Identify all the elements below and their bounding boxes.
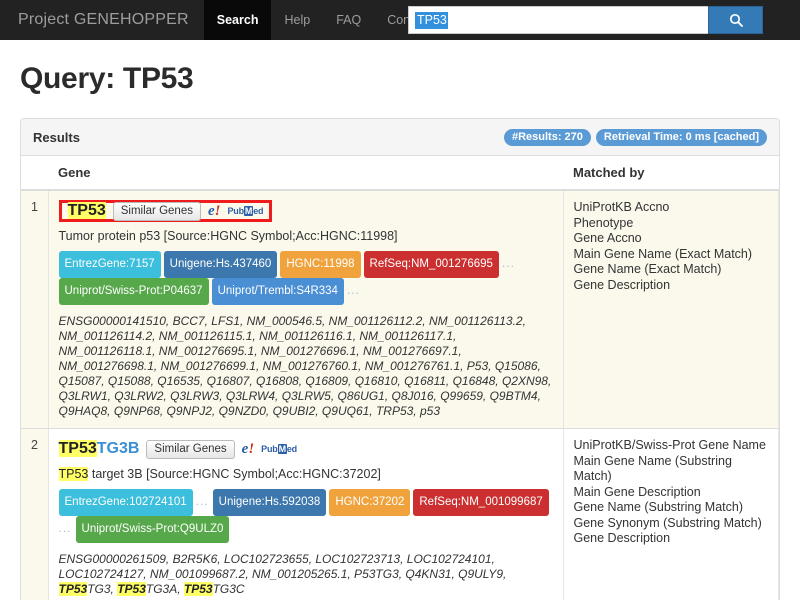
similar-genes-button[interactable]: Similar Genes [112, 201, 201, 221]
gene-name-match: TP53 [67, 202, 106, 219]
database-tag[interactable]: Uniprot/Swiss-Prot:Q9ULZ0 [75, 516, 230, 543]
pubmed-icon[interactable]: PubMed [261, 444, 297, 454]
table-row: 2 TP53TG3B Similar Genes e! PubMed TP53 targe… [21, 428, 779, 600]
gene-name-link[interactable]: TP53TG3B [58, 440, 140, 458]
search-form: TP53 [408, 6, 763, 34]
gene-description: Tumor protein p53 [Source:HGNC Symbol;Ac… [58, 229, 398, 243]
gene-synonyms: ENSG00000261509, B2R5K6, LOC102723655, L… [58, 552, 507, 596]
ensembl-icon[interactable]: e! [208, 204, 221, 219]
database-tag[interactable]: HGNC:11998 [280, 251, 361, 278]
results-panel-header: Results #Results: 270 Retrieval Time: 0 … [21, 119, 779, 156]
column-header-gene: Gene [48, 156, 563, 191]
tag-ellipsis[interactable]: ... [502, 256, 515, 270]
row-number: 2 [21, 428, 49, 600]
tag-ellipsis[interactable]: ... [347, 283, 360, 297]
database-tags: EntrezGene:7157 Unigene:Hs.437460 HGNC:119… [58, 251, 553, 305]
matched-by-item: Gene Name (Substring Match) [573, 500, 744, 514]
table-row: 1 TP53 Similar Genes e! PubMed Tumor protein … [21, 190, 779, 429]
matched-by-item: Gene Description [573, 277, 671, 292]
database-tag[interactable]: Uniprot/Trembl:S4R334 [211, 278, 344, 305]
tag-ellipsis[interactable]: ... [196, 494, 209, 508]
database-tag[interactable]: RefSeq:NM_001099687 [413, 489, 549, 516]
pubmed-icon[interactable]: PubMed [227, 206, 264, 216]
gene-synonyms: ENSG00000141510, BCC7, LFS1, NM_000546.5… [58, 314, 552, 418]
matched-by-item: Gene Accno [573, 231, 642, 245]
matched-by-item: UniProtKB/Swiss-Prot Gene Name [573, 438, 766, 452]
nav-item-help[interactable]: Help [271, 0, 323, 40]
database-tag[interactable]: Uniprot/Swiss-Prot:P04637 [58, 278, 209, 305]
search-input-value: TP53 [415, 11, 448, 29]
search-icon [729, 13, 743, 27]
gene-name-match: TP53 [58, 440, 97, 457]
gene-name-rest: TG3B [96, 440, 140, 457]
nav-item-faq[interactable]: FAQ [323, 0, 374, 40]
gene-cell: TP53TG3B Similar Genes e! PubMed TP53 target… [48, 428, 564, 600]
page-title: Query: TP53 [20, 62, 194, 95]
results-panel: Results #Results: 270 Retrieval Time: 0 … [20, 118, 780, 600]
database-tag[interactable]: Unigene:Hs.592038 [212, 489, 327, 516]
database-tags: EntrezGene:102724101... Unigene:Hs.592038… [58, 489, 553, 543]
matched-by-item: UniProtKB Accno [573, 200, 670, 214]
search-submit-button[interactable] [708, 6, 763, 34]
database-tag[interactable]: Unigene:Hs.437460 [163, 251, 278, 278]
ensembl-icon[interactable]: e! [242, 442, 255, 457]
results-table-head: Gene Matched by [21, 156, 779, 191]
brand-logo[interactable]: Project GENEHOPPER [0, 11, 204, 29]
column-header-number [21, 156, 48, 191]
database-tag[interactable]: RefSeq:NM_001276695 [363, 251, 499, 278]
matched-by-item: Gene Description [573, 531, 671, 545]
nav-item-search[interactable]: Search [203, 0, 272, 40]
database-tag[interactable]: EntrezGene:7157 [58, 251, 161, 278]
results-table: Gene Matched by 1 TP53 Similar Genes e! PubM… [21, 156, 779, 600]
gene-header: TP53 Similar Genes e! PubMed [58, 200, 273, 222]
retrieval-time-badge: Retrieval Time: 0 ms [cached] [595, 128, 767, 146]
results-panel-title: Results [33, 129, 80, 145]
gene-header: TP53TG3B Similar Genes e! PubMed [58, 438, 553, 460]
results-count-badge: #Results: 270 [503, 128, 591, 146]
matched-by-item: Gene Synonym (Substring Match) [573, 515, 762, 530]
matched-by-cell: UniProtKB/Swiss-Prot Gene Name Main Gene … [563, 428, 779, 600]
top-navbar: Project GENEHOPPER Search Help FAQ Conta… [0, 0, 800, 40]
column-header-matched-by: Matched by [563, 156, 779, 191]
matched-by-item: Gene Name (Exact Match) [573, 262, 722, 276]
results-badges: #Results: 270 Retrieval Time: 0 ms [cach… [503, 128, 767, 146]
table-header-row: Gene Matched by [21, 156, 779, 191]
database-tag[interactable]: HGNC:37202 [329, 489, 411, 516]
row-number: 1 [21, 190, 49, 429]
gene-cell: TP53 Similar Genes e! PubMed Tumor protein p… [48, 190, 564, 429]
matched-by-item: Main Gene Name (Substring Match) [573, 453, 732, 484]
gene-name-link[interactable]: TP53 [67, 202, 106, 220]
similar-genes-button[interactable]: Similar Genes [146, 439, 235, 459]
matched-by-cell: UniProtKB Accno Phenotype Gene Accno Main G… [563, 190, 779, 429]
database-tag[interactable]: EntrezGene:102724101 [58, 489, 193, 516]
matched-by-item: Main Gene Name (Exact Match) [573, 246, 753, 261]
tag-ellipsis[interactable]: ... [59, 521, 72, 535]
matched-by-item: Main Gene Description [573, 484, 701, 499]
gene-description: TP53 target 3B [Source:HGNC Symbol;Acc:H… [58, 467, 381, 481]
matched-by-item: Phenotype [573, 215, 634, 230]
search-input[interactable]: TP53 [408, 6, 708, 34]
results-table-body: 1 TP53 Similar Genes e! PubMed Tumor protein … [21, 190, 779, 600]
